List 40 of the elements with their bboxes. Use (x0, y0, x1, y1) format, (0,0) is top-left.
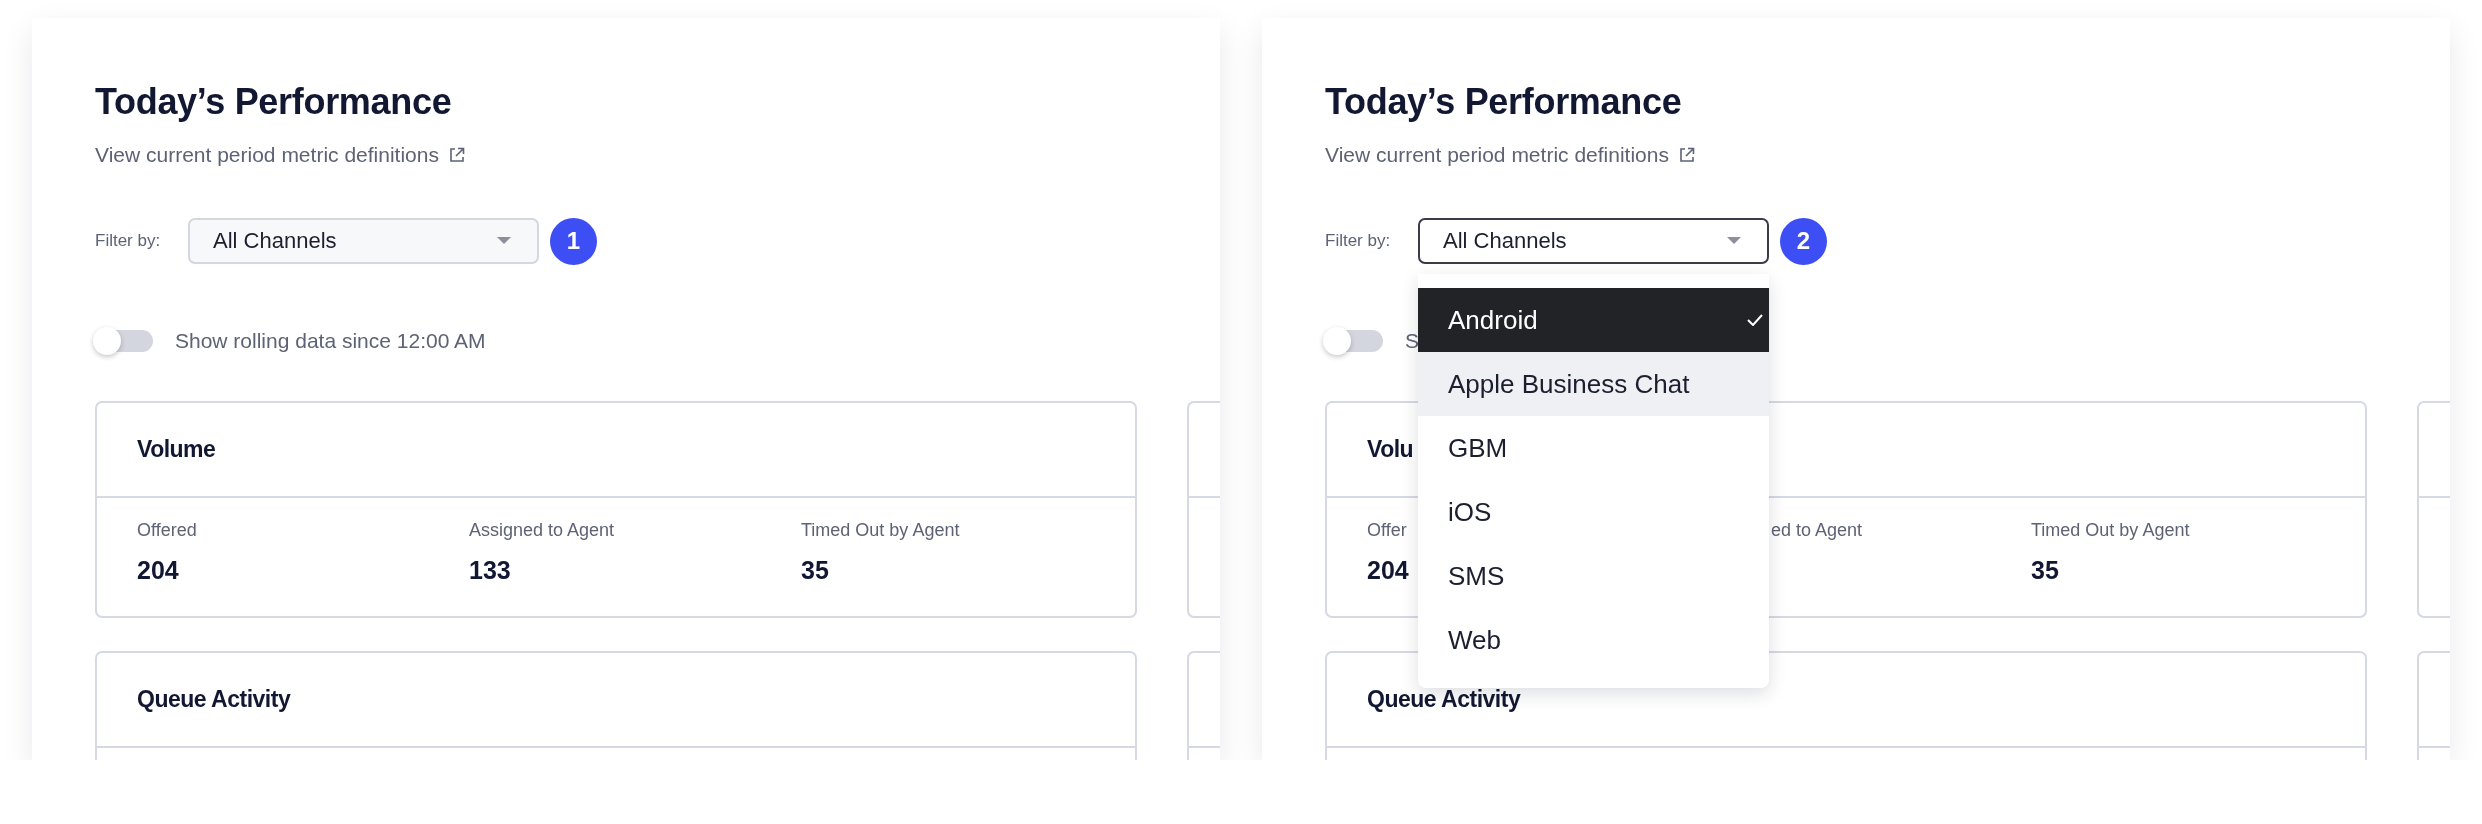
menu-item[interactable]: Apple Business Chat (1418, 352, 1769, 416)
card-title: Volu (1367, 436, 1414, 463)
metric-label: Offered (137, 519, 197, 542)
step-badge: 1 (550, 217, 597, 265)
metric-value: 204 (1367, 555, 1409, 586)
caret-icon (497, 237, 511, 245)
menu-item[interactable]: Web (1418, 608, 1769, 672)
menu-item[interactable]: iOS (1418, 480, 1769, 544)
toggle-label: S (1405, 329, 1419, 353)
definitions-link[interactable]: View current period metric definitions (95, 142, 439, 168)
external-link-icon (1678, 147, 1695, 163)
metric-value: 35 (801, 555, 829, 586)
card-title: Queue Activity (137, 686, 291, 713)
metric-label: Timed Out by Agent (801, 519, 960, 542)
card-title: Queue Activity (1367, 686, 1521, 713)
metric-label: Assigned to Agent (469, 519, 615, 542)
filter-label: Filter by: (95, 231, 162, 251)
toggle-label: Show rolling data since 12:00 AM (175, 329, 486, 353)
metric-value: 204 (137, 555, 179, 586)
card-title: Volume (137, 436, 216, 463)
menu-item[interactable]: Android (1418, 288, 1769, 352)
toggle-switch[interactable] (95, 330, 153, 352)
metric-label: ed to Agent (1771, 519, 1863, 542)
external-link-icon (448, 147, 465, 163)
page-title: Today’s Performance (1325, 80, 1683, 124)
definitions-link[interactable]: View current period metric definitions (1325, 142, 1669, 168)
metric-label: Offer (1367, 519, 1407, 542)
metric-label: Timed Out by Agent (2031, 519, 2190, 542)
page-title: Today’s Performance (95, 80, 453, 124)
check-icon (1747, 314, 1763, 326)
menu-item[interactable]: SMS (1418, 544, 1769, 608)
step-badge: 2 (1780, 217, 1827, 265)
channel-select[interactable]: All Channels (1418, 218, 1769, 264)
channel-select[interactable]: All Channels (188, 218, 539, 264)
toggle-switch[interactable] (1325, 330, 1383, 352)
metric-value: 133 (469, 555, 511, 586)
menu-item[interactable]: GBM (1418, 416, 1769, 480)
caret-icon (1727, 237, 1741, 245)
filter-label: Filter by: (1325, 231, 1392, 251)
metric-value: 35 (2031, 555, 2059, 586)
